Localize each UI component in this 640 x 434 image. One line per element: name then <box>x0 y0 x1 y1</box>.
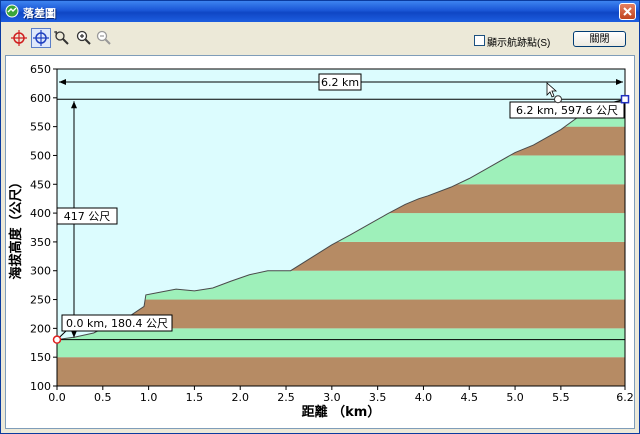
start-point-label: 0.0 km, 180.4 公尺 <box>66 317 168 330</box>
y-tick-label: 500 <box>30 149 51 162</box>
zoom-in-icon <box>76 30 91 45</box>
x-tick-label: 2.5 <box>277 391 295 404</box>
end-marker[interactable] <box>620 94 630 104</box>
y-tick-label: 300 <box>30 265 51 278</box>
y-tick-label: 600 <box>30 92 51 105</box>
y-tick-label: 200 <box>30 322 51 335</box>
pan-button[interactable] <box>52 28 72 48</box>
x-tick-label: 1.5 <box>186 391 204 404</box>
y-axis-label: 海拔高度（公尺） <box>8 175 24 279</box>
x-tick-label: 1.0 <box>140 391 158 404</box>
zoom-out-icon <box>96 30 111 45</box>
crosshair-blue-icon <box>33 30 49 46</box>
elevation-band <box>57 328 625 358</box>
zoom-out-button[interactable] <box>94 28 114 48</box>
toolbar: 顯示航跡點(S) <box>5 28 637 50</box>
elevation-gain-label: 417 公尺 <box>64 210 111 223</box>
crosshair-red-button[interactable] <box>9 28 29 48</box>
profile-window: 落差圖 顯示航跡點(S) 關閉 100 150 200 250 300 350 … <box>0 0 640 434</box>
show-track-points-label: 顯示航跡點(S) <box>487 38 551 49</box>
window-close-button[interactable] <box>619 3 636 20</box>
window-title: 落差圖 <box>23 8 56 20</box>
crosshair-blue-button[interactable] <box>31 28 51 48</box>
pan-icon <box>54 31 69 45</box>
y-tick-label: 350 <box>30 236 51 249</box>
x-tick-label: 5.5 <box>552 391 570 404</box>
x-tick-label: 3.5 <box>369 391 387 404</box>
x-tick-label: 6.2 <box>616 391 634 404</box>
y-tick-label: 400 <box>30 207 51 220</box>
y-tick-label: 250 <box>30 294 51 307</box>
x-axis-label: 距離 （km） <box>302 404 381 420</box>
crosshair-red-icon <box>11 30 27 46</box>
y-tick-label: 650 <box>30 63 51 76</box>
y-tick-label: 450 <box>30 178 51 191</box>
start-marker[interactable] <box>52 335 62 344</box>
elevation-band <box>57 357 625 386</box>
title-bar[interactable]: 落差圖 <box>1 1 639 22</box>
zoom-in-button[interactable] <box>74 28 94 48</box>
end-point-label: 6.2 km, 597.6 公尺 <box>516 104 618 117</box>
app-icon <box>5 4 19 18</box>
x-tick-label: 5.0 <box>506 391 524 404</box>
x-tick-label: 4.5 <box>461 391 479 404</box>
close-button[interactable]: 關閉 <box>573 31 626 47</box>
x-tick-label: 0.5 <box>94 391 112 404</box>
cursor-marker[interactable] <box>554 95 562 104</box>
distance-label: 6.2 km <box>321 76 359 89</box>
close-icon <box>623 7 632 16</box>
y-tick-label: 150 <box>30 351 51 364</box>
x-tick-label: 2.0 <box>231 391 249 404</box>
x-tick-label: 4.0 <box>415 391 433 404</box>
elevation-chart[interactable]: 1001502002503003504004505005506006500.0 0… <box>6 56 634 428</box>
x-tick-label: 0.0 <box>48 391 66 404</box>
show-track-points-checkbox[interactable] <box>474 35 485 46</box>
y-tick-label: 550 <box>30 121 51 134</box>
x-tick-label: 3.0 <box>323 391 341 404</box>
chart-frame: 100 150 200 250 300 350 400 450 500 550 600 650 0.0 0… <box>5 55 635 429</box>
